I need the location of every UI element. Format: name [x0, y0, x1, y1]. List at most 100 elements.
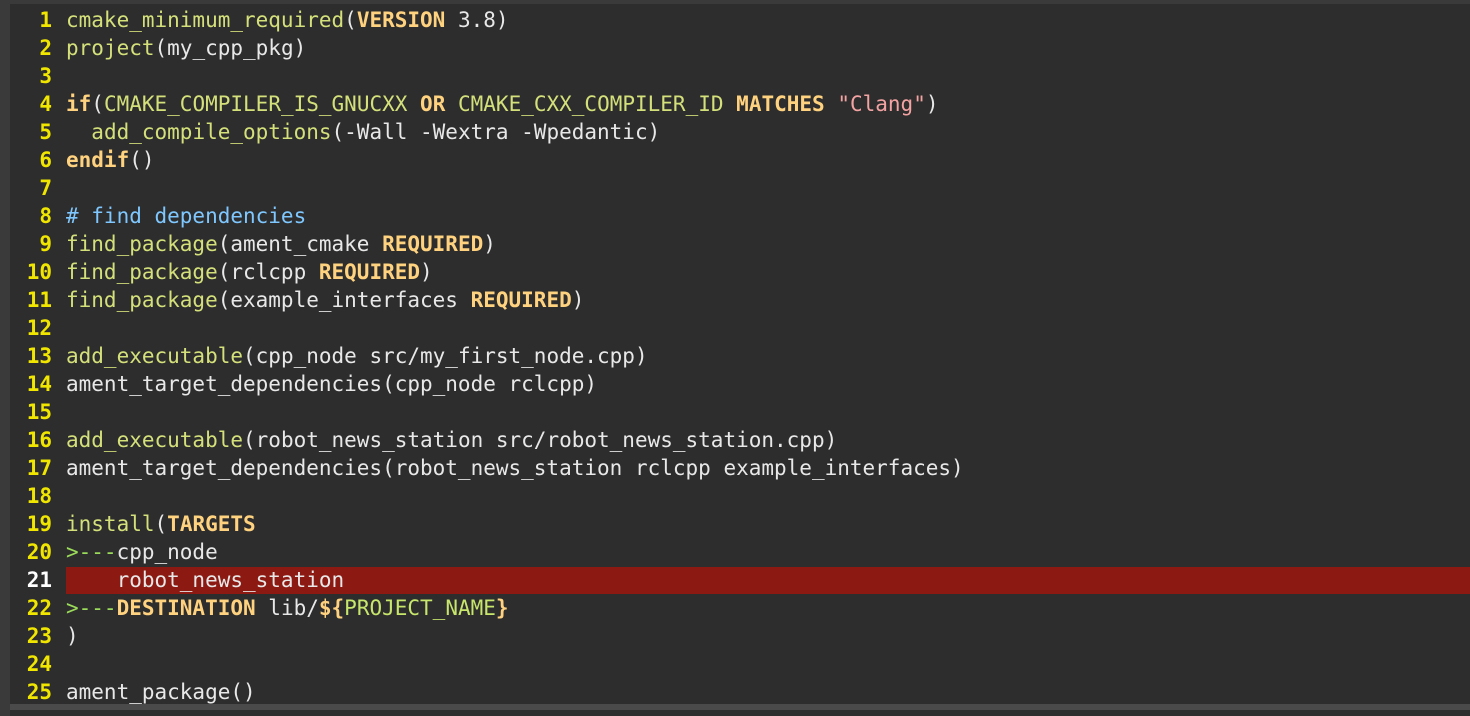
- code-line[interactable]: 6 endif(): [10, 146, 1470, 174]
- code-token: (: [154, 512, 168, 536]
- horizontal-scrollbar[interactable]: [10, 704, 1470, 710]
- code-token: (cpp_node src/my_first_node.cpp): [243, 344, 648, 368]
- code-token: >---: [66, 540, 117, 564]
- line-number: 1: [39, 8, 52, 32]
- code-token: install: [66, 512, 155, 536]
- code-token: (-Wall -Wextra -Wpedantic): [331, 120, 661, 144]
- line-number: 25: [26, 680, 52, 704]
- code-token: (example_interfaces: [217, 288, 471, 312]
- code-token: (my_cpp_pkg): [154, 36, 307, 60]
- code-editor[interactable]: 1 cmake_minimum_required(VERSION 3.8) 2 pro…: [10, 0, 1470, 710]
- line-number: 22: [26, 596, 52, 620]
- code-line[interactable]: 8 # find dependencies: [10, 202, 1470, 230]
- line-code: >---DESTINATION lib/${PROJECT_NAME}: [66, 594, 509, 622]
- code-token: find_package: [66, 288, 218, 312]
- line-number: 4: [39, 92, 52, 116]
- line-number: 16: [26, 428, 52, 452]
- code-token: CMAKE_COMPILER_IS_GNUCXX: [103, 92, 408, 116]
- code-token: (: [91, 92, 104, 116]
- code-token: DESTINATION: [116, 596, 256, 620]
- code-token: endif: [66, 148, 130, 172]
- line-code: endif(): [66, 146, 155, 174]
- line-number: 3: [39, 64, 52, 88]
- code-line[interactable]: 3: [10, 62, 1470, 90]
- code-token: (rclcpp: [217, 260, 319, 284]
- editor-top-border: [10, 0, 1470, 4]
- code-line[interactable]: 23): [10, 622, 1470, 650]
- code-line[interactable]: 16 add_executable(robot_news_station src/…: [10, 426, 1470, 454]
- line-number: 20: [26, 540, 52, 564]
- code-token: (: [344, 8, 357, 32]
- code-token: cpp_node: [116, 540, 218, 564]
- line-code: find_package(example_interfaces REQUIRED…: [66, 286, 584, 314]
- code-token: ament_target_dependencies(robot_news_sta…: [66, 456, 964, 480]
- code-token: MATCHES: [736, 92, 825, 116]
- code-token: cmake_minimum_required: [66, 8, 345, 32]
- code-line[interactable]: 9 find_package(ament_cmake REQUIRED): [10, 230, 1470, 258]
- code-token: ): [925, 92, 939, 116]
- line-code: robot_news_station: [66, 566, 345, 594]
- code-line[interactable]: 15: [10, 398, 1470, 426]
- code-token: 3.8): [445, 8, 509, 32]
- code-line[interactable]: 14 ament_target_dependencies(cpp_node rcl…: [10, 370, 1470, 398]
- code-line[interactable]: 21 robot_news_station: [10, 566, 1470, 594]
- code-token: CMAKE_CXX_COMPILER_ID: [458, 92, 724, 116]
- line-number: 6: [39, 148, 52, 172]
- code-line[interactable]: 2 project(my_cpp_pkg): [10, 34, 1470, 62]
- line-code: add_executable(cpp_node src/my_first_nod…: [66, 342, 648, 370]
- code-token: OR: [420, 92, 446, 116]
- code-line[interactable]: 18: [10, 482, 1470, 510]
- line-number: 12: [26, 316, 52, 340]
- code-token: add_executable: [66, 428, 244, 452]
- code-token: ): [66, 624, 79, 648]
- line-code: add_compile_options(-Wall -Wextra -Wpeda…: [66, 118, 660, 146]
- code-token: if: [66, 92, 92, 116]
- code-token: ): [483, 232, 496, 256]
- code-token: (robot_news_station src/robot_news_stati…: [243, 428, 838, 452]
- line-number: 18: [26, 484, 52, 508]
- code-token: add_executable: [66, 344, 244, 368]
- line-number: 17: [26, 456, 52, 480]
- code-line[interactable]: 12: [10, 314, 1470, 342]
- code-line[interactable]: 1 cmake_minimum_required(VERSION 3.8): [10, 6, 1470, 34]
- code-token: TARGETS: [167, 512, 256, 536]
- code-line[interactable]: 20 >---cpp_node: [10, 538, 1470, 566]
- line-number: 5: [39, 120, 52, 144]
- code-line[interactable]: 4 if(CMAKE_COMPILER_IS_GNUCXX OR CMAKE_CX…: [10, 90, 1470, 118]
- code-token: PROJECT_NAME: [344, 596, 496, 620]
- line-code: ament_target_dependencies(cpp_node rclcp…: [66, 370, 597, 398]
- line-number: 21: [26, 568, 52, 592]
- code-token: "Clang": [837, 92, 926, 116]
- code-line[interactable]: 17 ament_target_dependencies(robot_news_s…: [10, 454, 1470, 482]
- code-line[interactable]: 10 find_package(rclcpp REQUIRED): [10, 258, 1470, 286]
- code-line[interactable]: 19 install(TARGETS: [10, 510, 1470, 538]
- line-number: 8: [39, 204, 52, 228]
- code-token: # find dependencies: [66, 204, 307, 228]
- line-number: 11: [26, 288, 52, 312]
- code-token: ament_package(): [66, 680, 256, 704]
- code-line[interactable]: 25 ament_package(): [10, 678, 1470, 706]
- line-number: 7: [39, 176, 52, 200]
- code-token: (): [129, 148, 155, 172]
- code-line[interactable]: 13 add_executable(cpp_node src/my_first_n…: [10, 342, 1470, 370]
- code-token: >---: [66, 596, 117, 620]
- code-token: lib/: [255, 596, 319, 620]
- code-token: find_package: [66, 232, 218, 256]
- line-number: 14: [26, 372, 52, 396]
- code-line[interactable]: 22 >---DESTINATION lib/${PROJECT_NAME}: [10, 594, 1470, 622]
- line-number: 13: [26, 344, 52, 368]
- line-code: install(TARGETS: [66, 510, 256, 538]
- line-number: 24: [26, 652, 52, 676]
- code-token: robot_news_station: [66, 568, 345, 592]
- code-line[interactable]: 11 find_package(example_interfaces REQUIR…: [10, 286, 1470, 314]
- line-code: find_package(rclcpp REQUIRED): [66, 258, 433, 286]
- window-left-border: [0, 0, 10, 716]
- code-line[interactable]: 7: [10, 174, 1470, 202]
- code-line[interactable]: 24: [10, 650, 1470, 678]
- line-number: 9: [39, 232, 52, 256]
- code-token: ament_target_dependencies(cpp_node rclcp…: [66, 372, 598, 396]
- code-line[interactable]: 5 add_compile_options(-Wall -Wextra -Wpe…: [10, 118, 1470, 146]
